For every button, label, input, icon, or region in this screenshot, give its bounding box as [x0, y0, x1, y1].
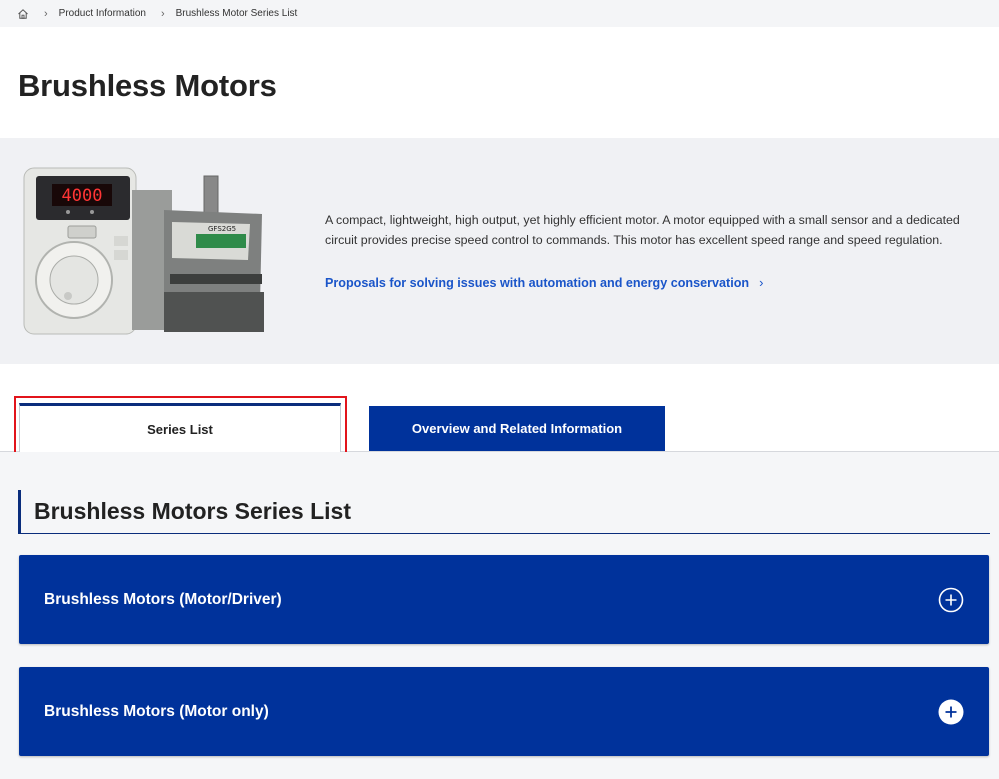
breadcrumb-separator-icon: › — [160, 7, 165, 20]
page-title: Brushless Motors — [18, 68, 277, 103]
accordion-label: Brushless Motors (Motor only) — [44, 702, 269, 720]
section-title: Brushless Motors Series List — [18, 490, 990, 534]
tab-overview-related[interactable]: Overview and Related Information — [369, 406, 665, 451]
breadcrumb-product-information[interactable]: Product Information — [59, 8, 146, 19]
chevron-right-icon: › — [759, 275, 764, 290]
breadcrumb-current: Brushless Motor Series List — [175, 8, 298, 19]
accordion-motor-only[interactable]: Brushless Motors (Motor only) — [19, 667, 989, 756]
expand-plus-icon[interactable] — [938, 587, 964, 613]
proposals-link-label: Proposals for solving issues with automa… — [325, 275, 750, 290]
tab-overview-label: Overview and Related Information — [411, 421, 623, 436]
driver-display-readout: 4000 — [62, 186, 103, 206]
hero-description: A compact, lightweight, high output, yet… — [325, 213, 960, 247]
motor-model-label: GFS2G5 — [208, 225, 236, 233]
breadcrumb: › Product Information › Brushless Motor … — [0, 0, 999, 27]
breadcrumb-separator-icon: › — [44, 7, 48, 20]
accordion-label: Brushless Motors (Motor/Driver) — [44, 590, 282, 608]
proposals-link[interactable]: Proposals for solving issues with automa… — [325, 275, 763, 290]
tab-series-list-label: Series List — [147, 421, 213, 437]
series-list-section: Brushless Motors Series List Brushless M… — [0, 452, 999, 779]
product-image: 4000 GFS2G5 — [22, 162, 272, 340]
hero-banner: 4000 GFS2G5 A compact, lightweight, high… — [0, 138, 999, 364]
home-icon[interactable] — [17, 8, 29, 20]
accordion-motor-driver[interactable]: Brushless Motors (Motor/Driver) — [19, 555, 989, 644]
tab-series-list[interactable]: Series List — [19, 403, 341, 453]
expand-plus-icon[interactable] — [938, 699, 964, 725]
